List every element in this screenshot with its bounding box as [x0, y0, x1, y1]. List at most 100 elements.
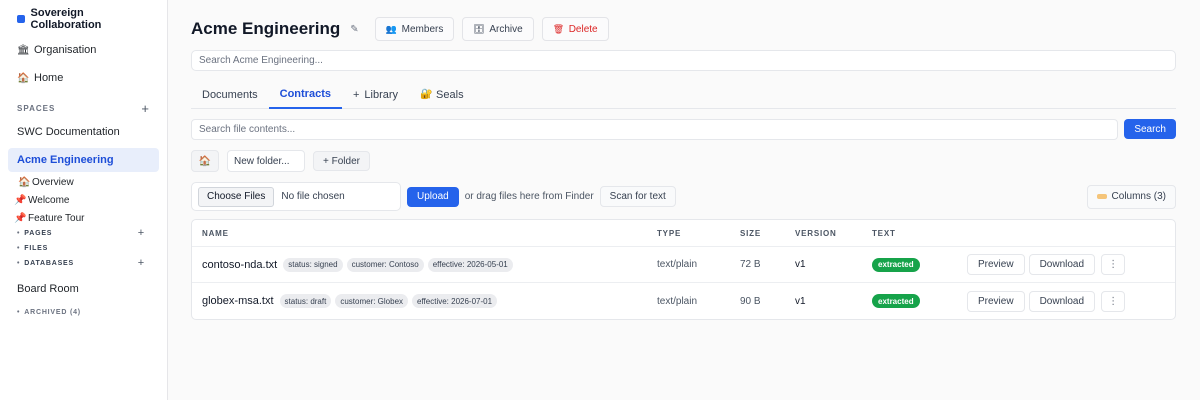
- add-page-icon[interactable]: +: [138, 228, 145, 239]
- pin-icon: 📌: [14, 194, 27, 206]
- trash-icon: 🗑: [552, 23, 565, 34]
- sidebar-page-welcome[interactable]: 📌 Welcome: [8, 192, 159, 208]
- sidebar-space-acme-engineering[interactable]: Acme Engineering: [8, 148, 159, 172]
- more-options-icon[interactable]: ⋮: [1101, 290, 1126, 312]
- search-button[interactable]: Search: [1124, 119, 1176, 139]
- choose-files-button[interactable]: Choose Files: [198, 186, 275, 207]
- add-space-icon[interactable]: +: [141, 102, 150, 115]
- status-badge: extracted: [872, 294, 920, 308]
- sidebar-item-overview[interactable]: 🏠 Overview: [8, 174, 159, 190]
- members-button[interactable]: 👥 Members: [374, 17, 455, 41]
- delete-button[interactable]: 🗑 Delete: [541, 17, 609, 41]
- bullet-icon: •: [17, 260, 21, 267]
- delete-label: Delete: [568, 23, 598, 35]
- column-header-type[interactable]: TYPE: [657, 229, 740, 238]
- sidebar-archived-toggle[interactable]: • ARCHIVED (4): [8, 305, 159, 319]
- sidebar-item-home[interactable]: 🏠 Home: [8, 70, 159, 86]
- pencil-icon[interactable]: ✎: [350, 24, 358, 35]
- tab-bar: Documents Contracts + Library 🔐 Seals: [191, 81, 1176, 109]
- file-name[interactable]: globex-msa.txt: [202, 295, 274, 307]
- sidebar-section-databases[interactable]: • DATABASES +: [8, 256, 159, 271]
- space-label: Acme Engineering: [17, 154, 114, 166]
- new-folder-input[interactable]: New folder...: [227, 150, 305, 172]
- space-search-input[interactable]: Search Acme Engineering...: [191, 50, 1176, 71]
- new-folder-placeholder: New folder...: [234, 155, 290, 167]
- sidebar-section-files[interactable]: • FILES: [8, 241, 159, 256]
- sidebar-page-feature-tour[interactable]: 📌 Feature Tour: [8, 210, 159, 226]
- column-header-version[interactable]: VERSION: [795, 229, 872, 238]
- files-table: NAME TYPE SIZE VERSION TEXT contoso-nda.…: [191, 219, 1176, 320]
- bullet-icon: •: [17, 230, 21, 237]
- drag-hint: or drag files here from Finder: [464, 191, 594, 202]
- tab-library[interactable]: + Library: [342, 81, 409, 108]
- tag-chip: effective: 2026-05-01: [427, 257, 513, 272]
- home-folder-button[interactable]: 🏠: [191, 150, 219, 172]
- archived-label: ARCHIVED (4): [24, 308, 81, 316]
- file-input[interactable]: Choose Files No file chosen: [191, 182, 401, 211]
- column-header-name[interactable]: NAME: [192, 229, 657, 238]
- sidebar-item-label: Feature Tour: [28, 212, 85, 224]
- search-placeholder: Search Acme Engineering...: [199, 55, 323, 66]
- bank-icon: 🏛: [17, 44, 30, 56]
- sidebar: Sovereign Collaboration 🏛 Organisation 🏠…: [0, 0, 168, 400]
- sidebar-item-label: Overview: [32, 176, 74, 188]
- file-type: text/plain: [657, 259, 698, 270]
- lock-icon: 🔐: [420, 89, 433, 100]
- add-folder-button[interactable]: + Folder: [313, 151, 370, 171]
- preview-button[interactable]: Preview: [967, 290, 1025, 312]
- space-label: Board Room: [17, 283, 79, 295]
- upload-button[interactable]: Upload: [407, 186, 459, 207]
- scan-for-text-button[interactable]: Scan for text: [599, 186, 676, 207]
- file-name[interactable]: contoso-nda.txt: [202, 259, 277, 271]
- sidebar-space-swc-documentation[interactable]: SWC Documentation: [8, 124, 159, 140]
- download-button[interactable]: Download: [1028, 254, 1096, 275]
- columns-label: Columns (3): [1111, 191, 1166, 202]
- tab-seals[interactable]: 🔐 Seals: [409, 81, 475, 108]
- section-label: DATABASES: [24, 260, 74, 267]
- file-size: 72 B: [740, 259, 761, 270]
- archive-label: Archive: [489, 23, 523, 35]
- download-button[interactable]: Download: [1028, 290, 1096, 312]
- upload-row: Choose Files No file chosen Upload or dr…: [191, 182, 1176, 211]
- column-header-size[interactable]: SIZE: [740, 229, 795, 238]
- table-row[interactable]: globex-msa.txt status: draft customer: G…: [192, 283, 1175, 319]
- page-title: Acme Engineering: [191, 19, 341, 38]
- file-search-bar: Search file contents... Search: [191, 119, 1176, 140]
- bullet-icon: •: [17, 308, 21, 316]
- table-header: NAME TYPE SIZE VERSION TEXT: [192, 220, 1175, 247]
- section-label: PAGES: [24, 230, 53, 237]
- bullet-icon: •: [17, 245, 21, 252]
- file-type: text/plain: [657, 295, 698, 307]
- plus-icon: +: [352, 88, 360, 101]
- sidebar-item-label: Home: [34, 72, 64, 84]
- table-row[interactable]: contoso-nda.txt status: signed customer:…: [192, 247, 1175, 283]
- sidebar-section-pages[interactable]: • PAGES +: [8, 226, 159, 241]
- tab-documents[interactable]: Documents: [191, 81, 269, 108]
- section-label: FILES: [24, 245, 49, 252]
- tab-contracts[interactable]: Contracts: [268, 81, 342, 109]
- main-content: Acme Engineering ✎ 👥 Members 🗄 Archive 🗑…: [168, 0, 1200, 400]
- tag-chip: status: draft: [279, 294, 332, 308]
- archive-button[interactable]: 🗄 Archive: [462, 17, 534, 41]
- house-icon: 🏠: [17, 72, 30, 84]
- sidebar-item-organisation[interactable]: 🏛 Organisation: [8, 42, 159, 58]
- brand[interactable]: Sovereign Collaboration: [8, 7, 159, 31]
- sidebar-item-label: Organisation: [34, 44, 97, 56]
- page-header: Acme Engineering ✎ 👥 Members 🗄 Archive 🗑…: [191, 16, 1177, 42]
- pin-icon: 📌: [14, 212, 27, 224]
- tag-chip: customer: Contoso: [346, 257, 424, 272]
- sidebar-space-board-room[interactable]: Board Room: [8, 281, 159, 297]
- file-size: 90 B: [740, 295, 761, 307]
- sidebar-item-label: Welcome: [28, 194, 70, 206]
- tag-chip: customer: Globex: [335, 294, 409, 308]
- columns-button[interactable]: Columns (3): [1086, 184, 1176, 209]
- no-file-text: No file chosen: [281, 191, 345, 202]
- add-database-icon[interactable]: +: [138, 258, 145, 269]
- preview-button[interactable]: Preview: [967, 254, 1025, 275]
- spaces-heading-label: SPACES: [17, 103, 56, 113]
- file-search-input[interactable]: Search file contents...: [191, 119, 1119, 140]
- more-options-icon[interactable]: ⋮: [1101, 254, 1126, 275]
- column-header-text[interactable]: TEXT: [872, 229, 967, 238]
- members-label: Members: [401, 23, 444, 35]
- tab-label: Seals: [436, 88, 464, 101]
